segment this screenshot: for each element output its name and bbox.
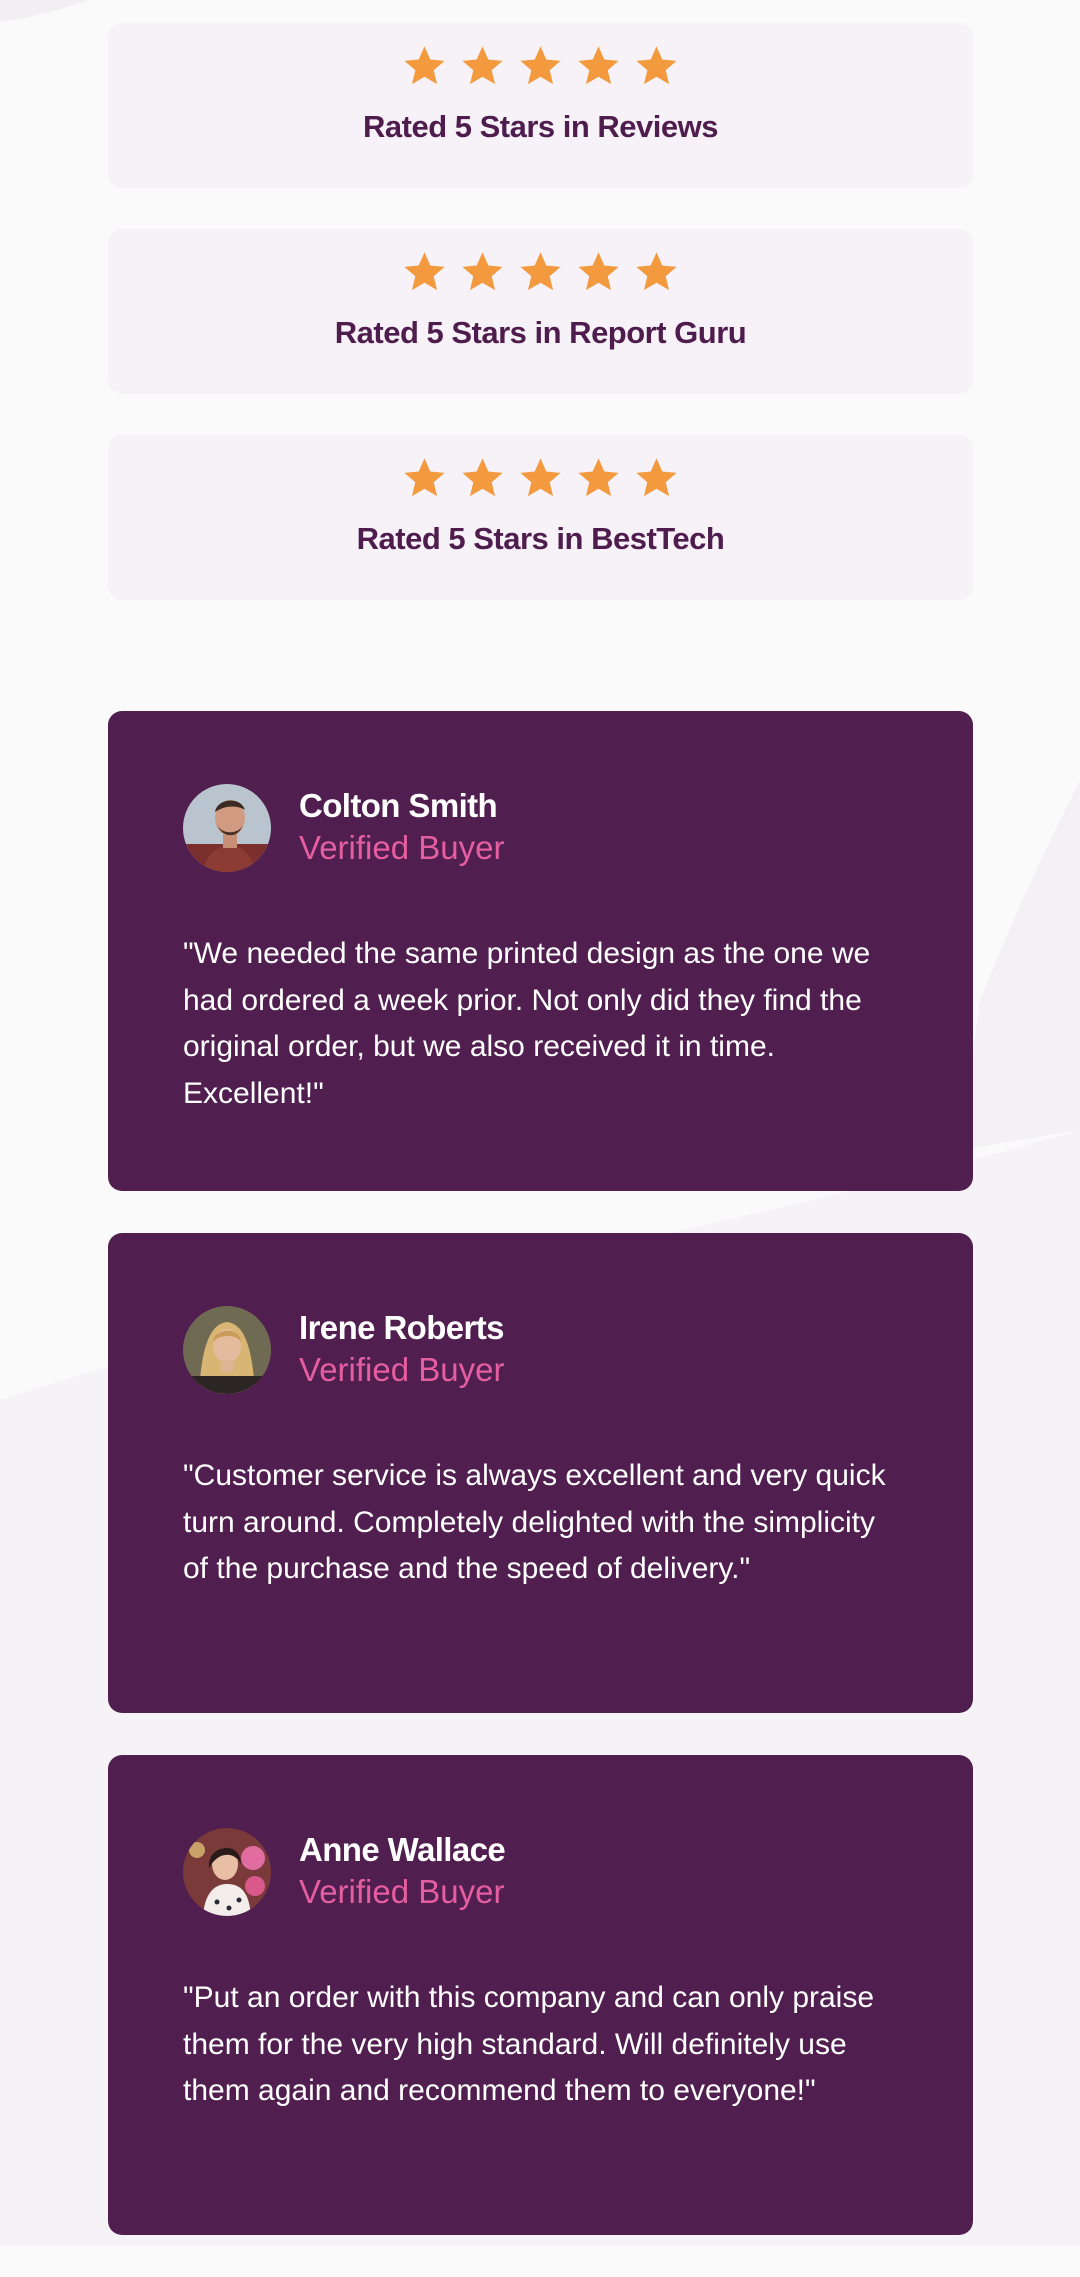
rating-text: Rated 5 Stars in Report Guru — [334, 315, 747, 350]
rating-card-besttech: Rated 5 Stars in BestTech — [108, 435, 973, 600]
star-icon — [520, 458, 561, 497]
star-icon — [578, 46, 619, 85]
rating-card-report-guru: Rated 5 Stars in Report Guru — [108, 229, 973, 394]
verified-buyer-label: Verified Buyer — [299, 1873, 505, 1910]
testimonial-card-colton: Colton Smith Verified Buyer "We needed t… — [108, 711, 973, 1191]
avatar-anne-icon — [183, 1828, 271, 1916]
verified-buyer-label: Verified Buyer — [299, 829, 505, 866]
reviewer-info: Irene Roberts Verified Buyer — [299, 1308, 505, 1392]
avatar-irene-icon — [183, 1306, 271, 1394]
testimonial-header: Anne Wallace Verified Buyer — [183, 1827, 898, 1917]
star-icon — [520, 252, 561, 291]
star-rating — [402, 455, 679, 505]
verified-buyer-label: Verified Buyer — [299, 1351, 505, 1388]
reviewer-name: Colton Smith — [299, 787, 498, 824]
testimonials-section: Colton Smith Verified Buyer "We needed t… — [108, 711, 973, 2277]
testimonial-header: Irene Roberts Verified Buyer — [183, 1305, 898, 1395]
testimonial-quote: "Put an order with this company and can … — [183, 1981, 875, 2107]
avatar — [183, 1306, 271, 1394]
avatar — [183, 784, 271, 872]
star-icon — [578, 252, 619, 291]
ratings-section: Rated 5 Stars in Reviews Rated 5 Stars i… — [108, 23, 973, 641]
star-icon — [462, 252, 503, 291]
star-icon — [462, 458, 503, 497]
star-icon — [578, 458, 619, 497]
star-icon — [636, 252, 677, 291]
star-icon — [636, 458, 677, 497]
testimonial-quote: "We needed the same printed design as th… — [183, 937, 871, 1110]
star-icon — [636, 46, 677, 85]
reviewer-info: Anne Wallace Verified Buyer — [299, 1830, 506, 1914]
testimonial-quote: "Customer service is always excellent an… — [183, 1459, 886, 1585]
star-rating — [402, 43, 679, 93]
star-rating — [402, 249, 679, 299]
reviewer-name: Anne Wallace — [299, 1831, 506, 1868]
testimonial-card-anne: Anne Wallace Verified Buyer "Put an orde… — [108, 1755, 973, 2235]
star-icon — [520, 46, 561, 85]
avatar-colton-icon — [183, 784, 271, 872]
star-icon — [404, 458, 445, 497]
star-icon — [462, 46, 503, 85]
reviewer-info: Colton Smith Verified Buyer — [299, 786, 504, 870]
rating-text: Rated 5 Stars in Reviews — [363, 109, 719, 144]
testimonial-card-irene: Irene Roberts Verified Buyer "Customer s… — [108, 1233, 973, 1713]
testimonial-header: Colton Smith Verified Buyer — [183, 783, 898, 873]
rating-text: Rated 5 Stars in BestTech — [356, 521, 725, 556]
avatar — [183, 1828, 271, 1916]
rating-card-reviews: Rated 5 Stars in Reviews — [108, 23, 973, 188]
star-icon — [404, 252, 445, 291]
star-icon — [404, 46, 445, 85]
reviewer-name: Irene Roberts — [299, 1309, 505, 1346]
